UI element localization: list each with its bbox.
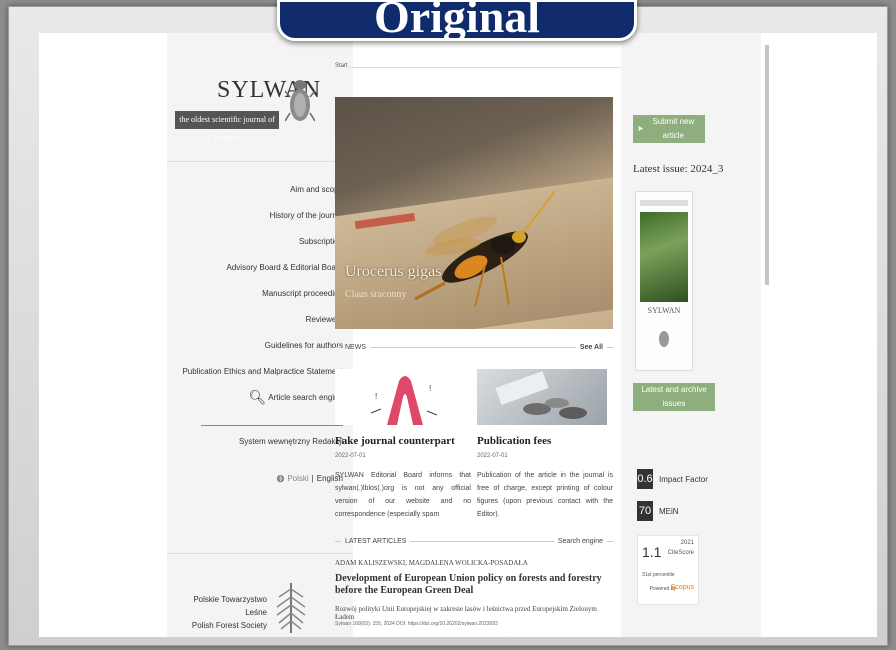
cover-title: SYLWAN	[647, 306, 681, 315]
cover-beetle-icon	[659, 331, 669, 347]
breadcrumb[interactable]: Start	[335, 63, 348, 69]
society-name-en: Polish Forest Society	[191, 621, 267, 630]
menu-advisory-board[interactable]: Advisory Board & Editorial Board	[182, 261, 344, 287]
news-title-2[interactable]: Publication fees	[477, 435, 551, 447]
beetle-logo-icon[interactable]	[285, 75, 315, 127]
news-header-row: NEWS See All	[335, 341, 613, 353]
news-title-1[interactable]: Fake journal counterpart	[335, 435, 455, 447]
rule-tick	[607, 540, 613, 542]
news-date-2: 2022-07-01	[477, 453, 508, 459]
rule-tick	[335, 346, 341, 348]
news-header: NEWS	[345, 343, 366, 351]
send-icon: ➤	[637, 124, 644, 133]
sidebar-divider-bottom	[167, 553, 353, 554]
see-all-link[interactable]: See All	[580, 344, 603, 351]
hero-title: Urocerus gigas	[345, 263, 442, 280]
menu-subscription[interactable]: Subscription	[182, 235, 343, 261]
lang-polski[interactable]: Polski	[287, 474, 308, 483]
citescore-percentile: 31st percentile	[642, 572, 675, 578]
alert-arch-icon: ! !	[370, 376, 438, 425]
lang-separator: |	[311, 474, 314, 483]
latest-articles-header: LATEST ARTICLES	[345, 537, 407, 545]
sidebar-divider	[167, 161, 353, 162]
menu-aim-and-scope[interactable]: Aim and scope	[182, 183, 343, 209]
latest-rule	[410, 540, 554, 542]
latest-articles-header-row: LATEST ARTICLES Search engine	[335, 535, 613, 547]
news-image-fees[interactable]	[477, 369, 607, 425]
citescore-year: 2021	[680, 540, 694, 546]
mein-label: MEiN	[659, 506, 679, 516]
browser-viewport: SYLWAN the oldest scientific journal of …	[39, 33, 877, 637]
search-underline	[201, 425, 343, 426]
hero-carousel[interactable]: Urocerus gigas Claus sraconny	[335, 97, 613, 329]
coins-image-icon	[495, 370, 587, 419]
page-scrollbar[interactable]	[765, 45, 769, 285]
svg-text:!: !	[375, 392, 377, 401]
society-name[interactable]: Polskie Towarzystwo Leśne Polish Forest …	[191, 593, 267, 632]
cover-header-bar	[640, 200, 688, 206]
search-icon: 🔍︎	[248, 389, 267, 405]
sidebar-menu: Aim and scope History of the journal Sub…	[182, 183, 343, 391]
menu-manuscript-proceeding[interactable]: Manuscript proceeding	[182, 287, 343, 313]
news-date-1: 2022-07-01	[335, 453, 366, 459]
impact-factor-value: 0.6	[637, 469, 653, 489]
wasp-image-icon	[414, 190, 556, 308]
scopus-brand: Scopus	[670, 584, 694, 591]
article-authors: ADAM KALISZEWSKI, MAGDALENA WOLICKA-POSA…	[335, 559, 528, 567]
impact-factor-label: Impact Factor	[659, 474, 708, 484]
original-banner: Original	[277, 0, 637, 41]
news-rule	[370, 346, 576, 348]
right-sidebar: ➤ Submit new article Latest issue: 2024_…	[621, 33, 761, 637]
latest-issue-label: Latest issue: 2024_3	[633, 163, 724, 175]
citescore-label: CiteScore	[667, 550, 694, 556]
submit-article-button[interactable]: ➤ Submit new article	[633, 115, 705, 143]
mein-value: 70	[637, 501, 653, 521]
system-link[interactable]: System wewnętrzny Redakcji	[239, 437, 343, 446]
mein-score: 70 MEiN	[637, 501, 679, 521]
citescore-widget[interactable]: 1.1 2021 CiteScore 31st percentile Power…	[637, 535, 699, 605]
fir-branch-logo-icon[interactable]	[271, 579, 311, 635]
hero-subtitle: Claus sraconny	[345, 289, 407, 300]
journal-tagline: the oldest scientific journal of forestr…	[175, 111, 279, 142]
screenshot-frame: Original SYLWAN the oldest scientific jo…	[8, 0, 888, 646]
main-content: Start Urocerus gigas Claus sraconny NEWS…	[331, 33, 621, 637]
menu-history[interactable]: History of the journal	[182, 209, 343, 235]
globe-icon: ◍	[276, 473, 285, 483]
impact-factor: 0.6 Impact Factor	[637, 469, 708, 489]
cover-moss-image	[640, 212, 688, 302]
news-text-1: SYLWAN Editorial Board informs that sylw…	[335, 472, 471, 518]
search-engine-link[interactable]: Search engine	[558, 538, 603, 545]
left-sidebar: SYLWAN the oldest scientific journal of …	[167, 33, 353, 637]
menu-reviewers[interactable]: Reviewers	[182, 313, 343, 339]
rule-tick	[607, 346, 613, 348]
article-reference: Sylwan 168(03): 155, 2024 DOI: https://d…	[335, 621, 498, 627]
svg-text:!: !	[429, 384, 431, 393]
archive-issues-button[interactable]: Latest and archive issues	[633, 383, 715, 411]
news-image-fake-journal[interactable]: ! !	[335, 369, 465, 425]
article-subtitle: Rozwój polityki Unii Europejskiej w zakr…	[335, 605, 597, 621]
rule-tick	[335, 540, 341, 542]
news-text-2: Publication of the article in the journa…	[477, 472, 613, 518]
submit-article-label: Submit new article	[652, 117, 695, 140]
menu-publication-ethics[interactable]: Publication Ethics and Malpractice State…	[182, 365, 343, 391]
article-title[interactable]: Development of European Union policy on …	[335, 573, 615, 597]
menu-guidelines[interactable]: Guidelines for authors	[182, 339, 343, 365]
society-name-pl: Polskie Towarzystwo Leśne	[193, 595, 267, 617]
citescore-value: 1.1	[642, 544, 662, 560]
breadcrumb-rule	[349, 67, 621, 68]
latest-issue-cover[interactable]: SYLWAN	[635, 191, 693, 371]
article-search-link[interactable]: 🔍︎ Article search engine	[249, 390, 344, 404]
